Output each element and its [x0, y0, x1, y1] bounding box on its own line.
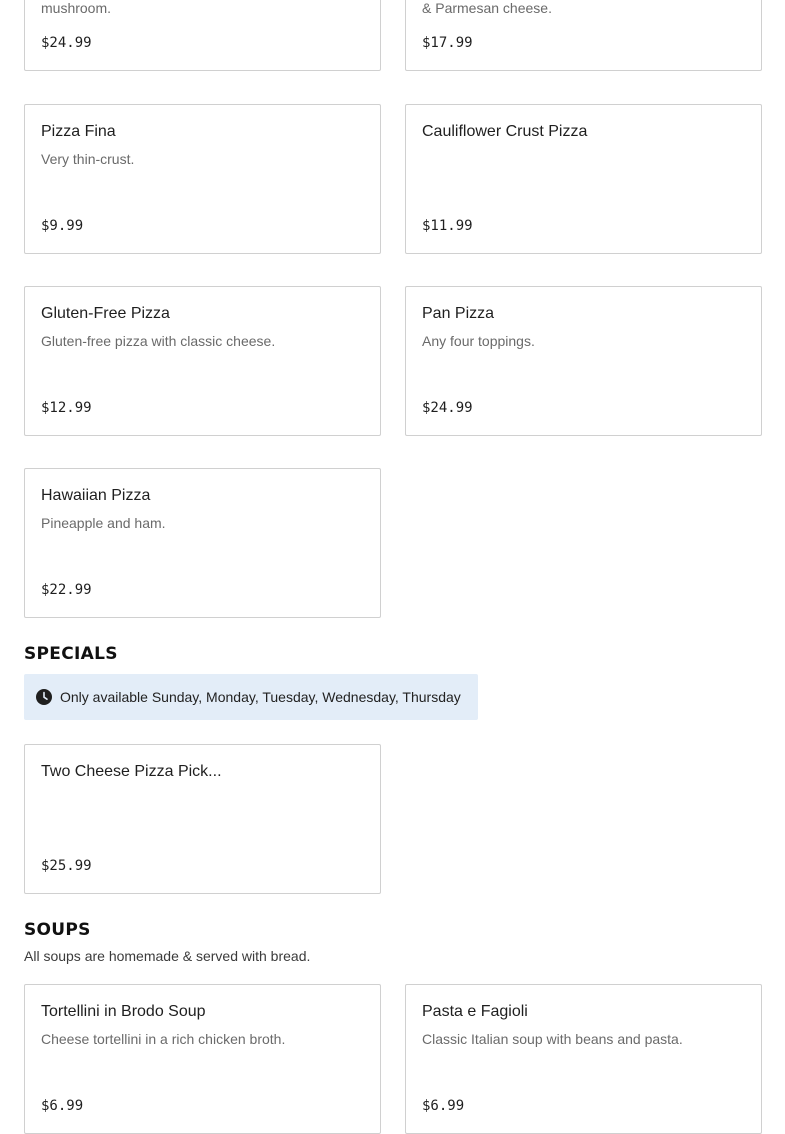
menu-item-name: Hawaiian Pizza: [41, 487, 151, 504]
availability-text: Only available Sunday, Monday, Tuesday, …: [60, 689, 461, 705]
menu-item-price: $12.99: [41, 400, 92, 416]
menu-item-card[interactable]: Tortellini in Brodo Soup Cheese tortelli…: [24, 984, 381, 1134]
section-title-soups: SOUPS: [24, 920, 91, 940]
menu-item-name: Pizza Fina: [41, 123, 116, 140]
menu-item-card[interactable]: Gluten-Free Pizza Gluten-free pizza with…: [24, 286, 381, 436]
menu-item-price: $11.99: [422, 218, 473, 234]
menu-item-description: mushroom.: [41, 0, 112, 16]
menu-item-description: Pineapple and ham.: [41, 515, 166, 531]
menu-item-description: Classic Italian soup with beans and past…: [422, 1031, 683, 1047]
availability-banner: Only available Sunday, Monday, Tuesday, …: [24, 674, 478, 720]
menu-item-price: $6.99: [422, 1098, 465, 1114]
menu-item-price: $9.99: [41, 218, 84, 234]
menu-item-card[interactable]: Pizza Fina Very thin-crust. $9.99: [24, 104, 381, 254]
menu-item-description: Cheese tortellini in a rich chicken brot…: [41, 1031, 286, 1047]
menu-item-card[interactable]: Pasta e Fagioli Classic Italian soup wit…: [405, 984, 762, 1134]
menu-item-card[interactable]: Cauliflower Crust Pizza $11.99: [405, 104, 762, 254]
menu-item-card[interactable]: Hawaiian Pizza Pineapple and ham. $22.99: [24, 468, 381, 618]
menu-item-name: Pasta e Fagioli: [422, 1003, 528, 1020]
menu-item-description: & Parmesan cheese.: [422, 0, 552, 16]
menu-item-price: $22.99: [41, 582, 92, 598]
menu-item-card[interactable]: Pan Pizza Any four toppings. $24.99: [405, 286, 762, 436]
menu-item-price: $24.99: [41, 35, 92, 51]
menu-item-price: $25.99: [41, 858, 92, 874]
section-title-specials: SPECIALS: [24, 644, 118, 664]
menu-item-description: Very thin-crust.: [41, 151, 135, 167]
menu-item-price: $17.99: [422, 35, 473, 51]
menu-item-price: $24.99: [422, 400, 473, 416]
menu-item-name: Gluten-Free Pizza: [41, 305, 170, 322]
menu-item-name: Pan Pizza: [422, 305, 495, 322]
menu-item-price: $6.99: [41, 1098, 84, 1114]
menu-item-name: Cauliflower Crust Pizza: [422, 123, 588, 140]
menu-item-description: Any four toppings.: [422, 333, 535, 349]
menu-item-name: Two Cheese Pizza Pick...: [41, 763, 222, 780]
section-note: All soups are homemade & served with bre…: [24, 948, 311, 964]
menu-item-name: Tortellini in Brodo Soup: [41, 1003, 206, 1020]
menu-item-card[interactable]: & Parmesan cheese. $17.99: [405, 0, 762, 71]
clock-icon: [36, 689, 52, 705]
menu-item-card[interactable]: Two Cheese Pizza Pick... $25.99: [24, 744, 381, 894]
menu-item-card[interactable]: mushroom. $24.99: [24, 0, 381, 71]
menu-item-description: Gluten-free pizza with classic cheese.: [41, 333, 276, 349]
